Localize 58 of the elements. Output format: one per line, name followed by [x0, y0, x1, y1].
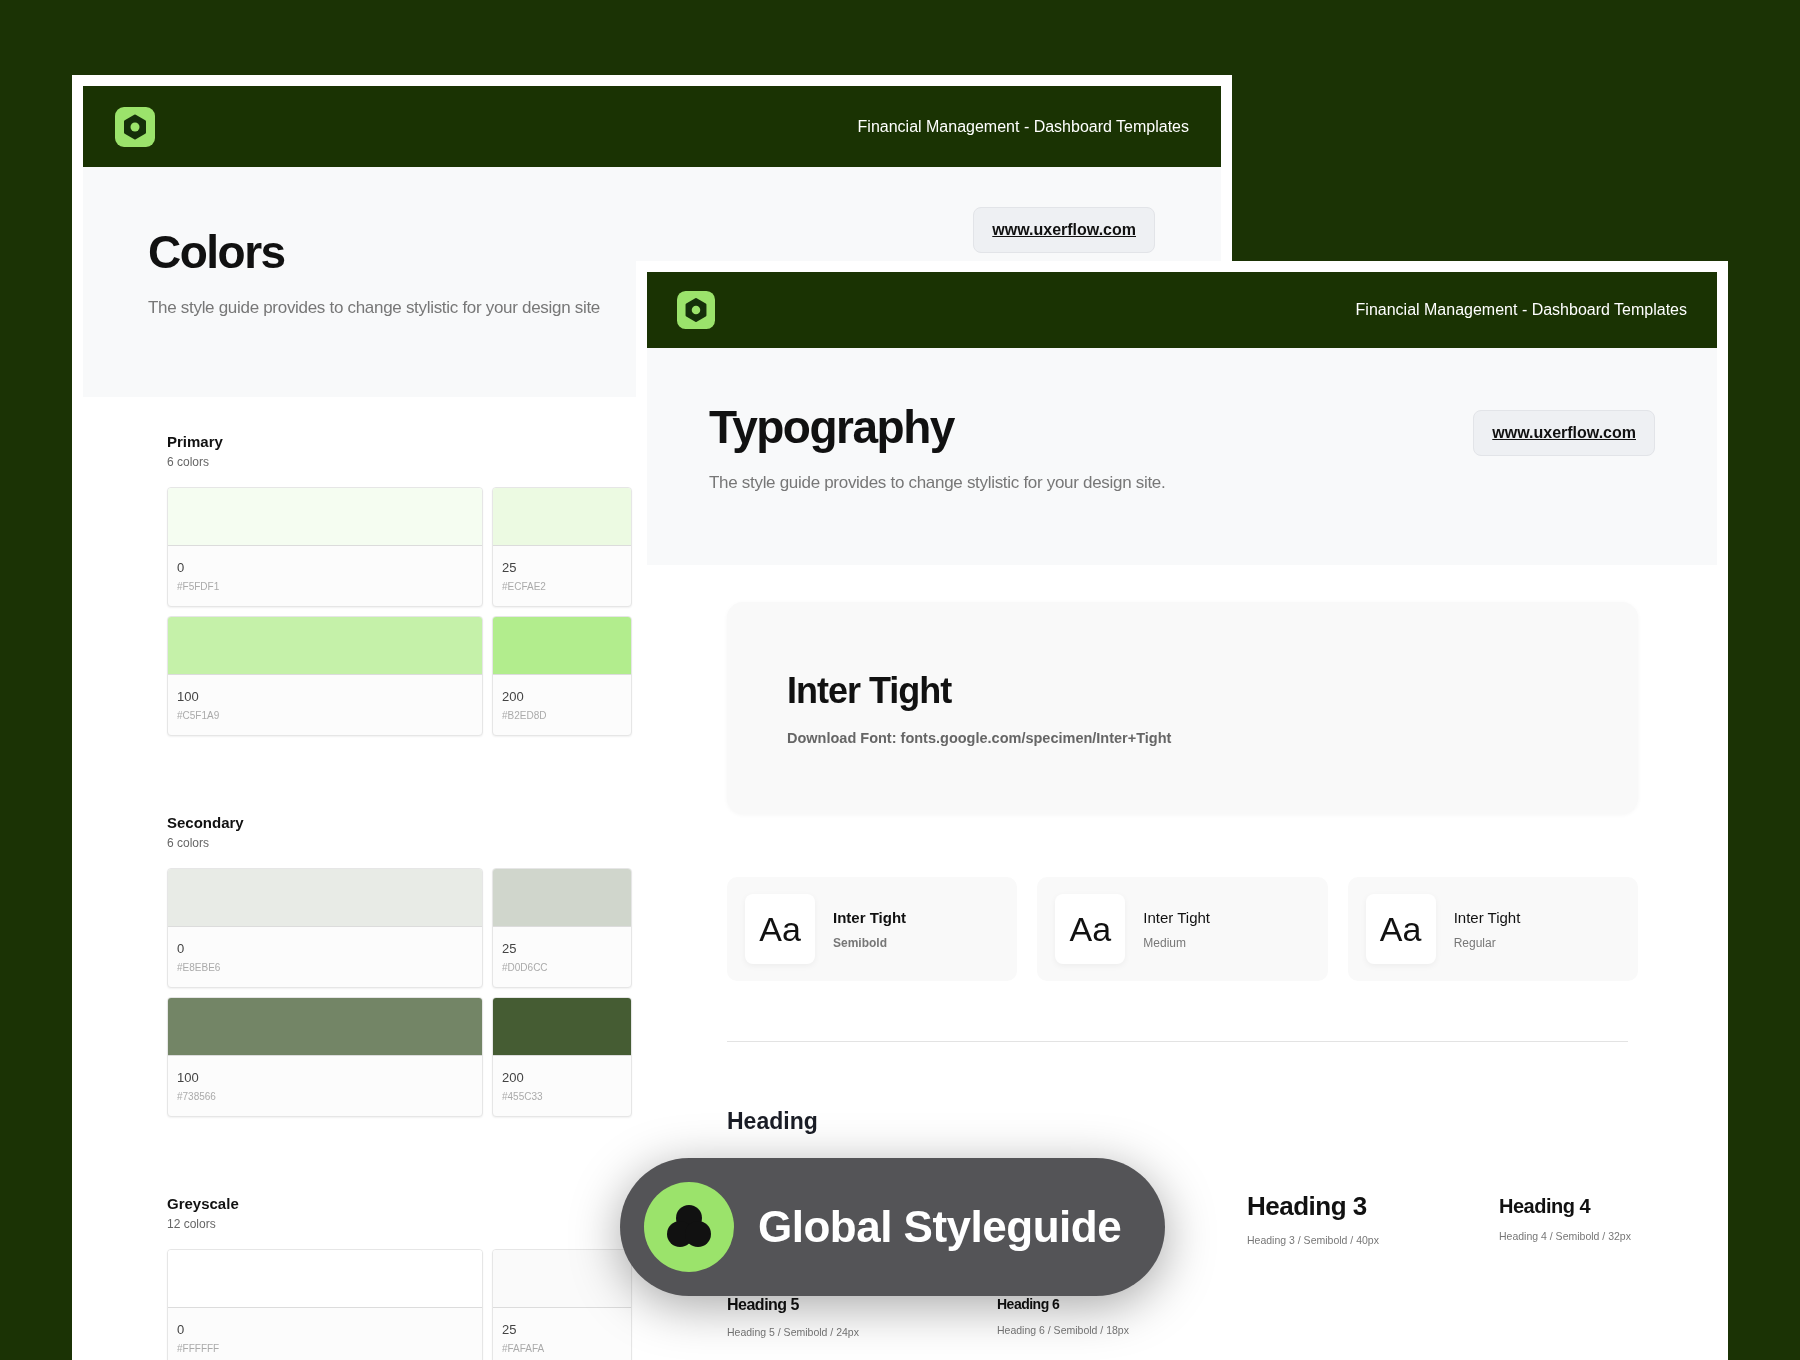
font-weight-label: Regular — [1453, 935, 1497, 950]
palette-title: Greyscale — [167, 1195, 240, 1212]
logo-icon — [677, 291, 715, 329]
website-link[interactable]: www.uxerflow.com — [1473, 410, 1655, 456]
swatch-hex: #B2ED8D — [501, 709, 548, 723]
swatch-label: 0 — [176, 1321, 186, 1337]
logo-icon — [115, 106, 155, 147]
heading-spec: Heading 4 / Semibold / 32px — [1499, 1230, 1632, 1242]
palette-count: 6 colors — [167, 836, 211, 850]
swatch-label: 100 — [176, 688, 200, 704]
swatch-hex: #FAFAFA — [501, 1342, 546, 1356]
font-sample: Aa — [1365, 894, 1436, 964]
section-title: Heading — [727, 1108, 819, 1135]
font-name: Inter Tight — [1143, 908, 1211, 926]
swatch-label: 200 — [501, 1069, 525, 1085]
palette-title: Secondary — [167, 814, 245, 831]
heading-sample: Heading 3 — [1247, 1191, 1368, 1222]
swatch-label: 25 — [501, 940, 518, 956]
page-title: Colors — [148, 225, 286, 279]
swatch-label: 0 — [176, 559, 186, 575]
swatch-hex: #C5F1A9 — [176, 709, 221, 723]
font-download-text: Download Font: fonts.google.com/specimen/Inter+Tight — [787, 730, 1173, 746]
circles-icon — [644, 1182, 734, 1272]
page-description: The style guide provides to change stylistic for your design site. — [709, 472, 1166, 494]
swatch-label: 25 — [501, 559, 518, 575]
font-name: Inter Tight — [1453, 908, 1521, 926]
swatch-hex: #FFFFFF — [176, 1342, 221, 1356]
swatch-hex: #E8EBE6 — [176, 961, 222, 975]
header-title: Financial Management - Dashboard Templates — [1355, 301, 1687, 319]
swatch-label: 25 — [501, 1321, 518, 1337]
palette-title: Primary — [167, 433, 224, 450]
swatch-hex: #738566 — [176, 1090, 217, 1104]
font-weight-label: Semibold — [833, 935, 888, 950]
swatch-hex: #D0D6CC — [501, 961, 549, 975]
font-weight-label: Medium — [1143, 935, 1187, 950]
heading-spec: Heading 3 / Semibold / 40px — [1247, 1234, 1380, 1246]
swatch-label: 200 — [501, 688, 525, 704]
font-name: Inter Tight — [787, 670, 953, 712]
heading-sample: Heading 6 — [997, 1296, 1061, 1312]
font-sample: Aa — [1055, 894, 1126, 964]
heading-spec: Heading 5 / Semibold / 24px — [727, 1326, 860, 1338]
swatch-hex: #ECFAE2 — [501, 580, 547, 594]
palette-count: 6 colors — [167, 455, 211, 469]
page-title: Typography — [709, 400, 956, 454]
heading-spec: Heading 6 / Semibold / 18px — [997, 1324, 1130, 1336]
swatch-hex: #455C33 — [501, 1090, 544, 1104]
page-description: The style guide provides to change stylistic for your design site — [148, 297, 602, 319]
font-sample: Aa — [745, 894, 815, 964]
heading-sample: Heading 4 — [1499, 1195, 1592, 1218]
header-title: Financial Management - Dashboard Templates — [857, 117, 1189, 136]
palette-count: 12 colors — [167, 1217, 217, 1231]
font-name: Inter Tight — [833, 908, 907, 926]
swatch-hex: #F5FDF1 — [176, 580, 221, 594]
website-link[interactable]: www.uxerflow.com — [973, 207, 1155, 253]
heading-sample: Heading 5 — [727, 1296, 800, 1314]
swatch-label: 0 — [176, 940, 186, 956]
swatch-label: 100 — [176, 1069, 200, 1085]
badge-title: Global Styleguide — [758, 1202, 1122, 1252]
